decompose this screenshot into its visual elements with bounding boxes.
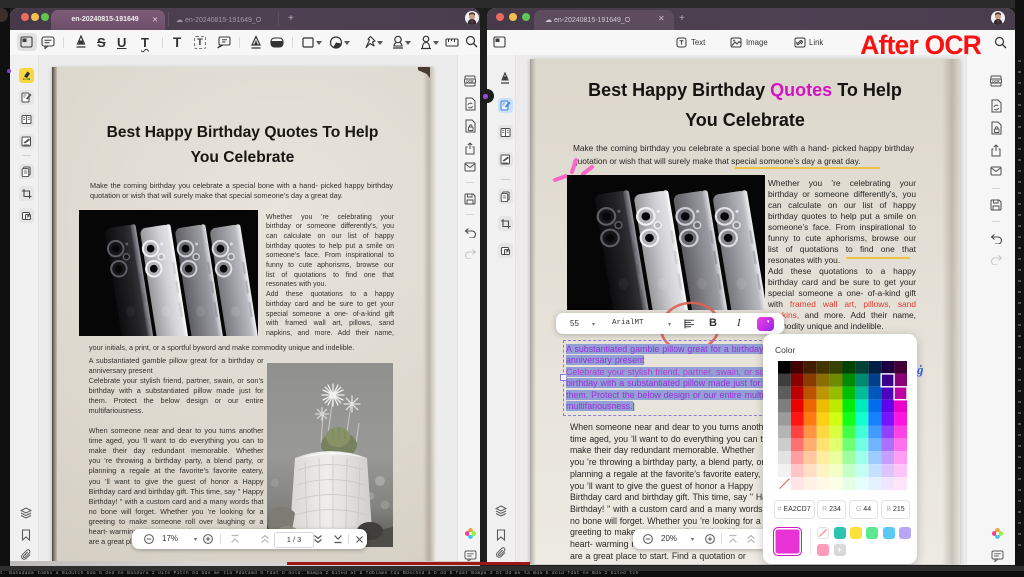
svg-text:OCR: OCR (466, 79, 474, 83)
svg-text:OCR: OCR (992, 79, 1000, 83)
